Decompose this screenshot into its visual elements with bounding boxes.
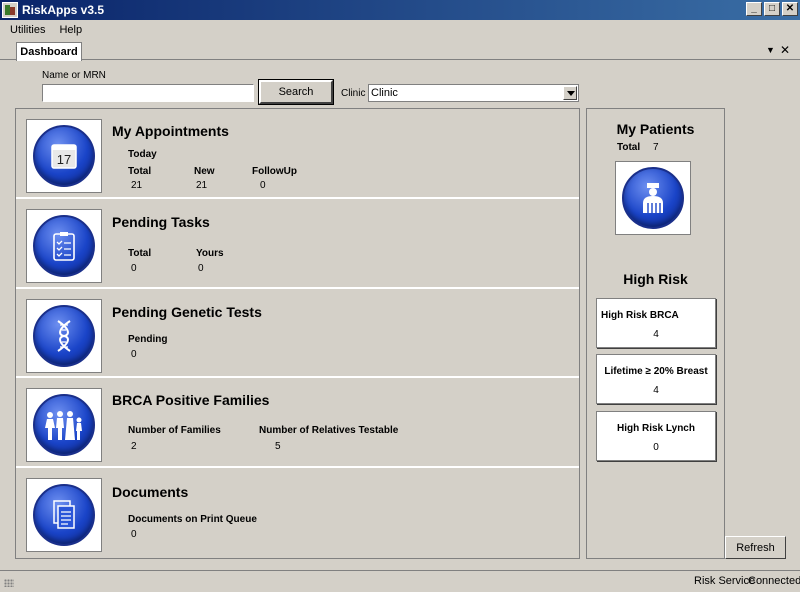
search-input[interactable] [42,84,254,102]
tasks-yours-value: 0 [198,263,204,274]
family-icon [33,394,95,456]
brca-families-label: Number of Families [128,425,221,436]
tab-list-icon[interactable]: ▼ [766,45,775,55]
documents-icon [33,484,95,546]
brca-families-card[interactable]: BRCA Positive Families Number of Familie… [16,378,579,468]
resize-grip-icon[interactable] [4,579,14,587]
genetic-tests-icon-box[interactable] [26,299,102,373]
window-title: RiskApps v3.5 [22,3,105,17]
doctor-icon [622,167,684,229]
tab-dashboard[interactable]: Dashboard [16,42,82,61]
appointments-today-label: Today [128,149,157,160]
appointments-followup-value: 0 [260,180,266,191]
menu-help[interactable]: Help [59,24,82,36]
menu-utilities[interactable]: Utilities [10,24,45,36]
dna-icon [33,305,95,367]
tasks-total-value: 0 [131,263,137,274]
high-risk-lynch-box[interactable]: High Risk Lynch 0 [596,411,716,461]
tasks-yours-label: Yours [196,248,224,259]
appointments-new-value: 21 [196,180,208,191]
genetic-tests-card[interactable]: Pending Genetic Tests Pending 0 [16,289,579,378]
genetic-tests-title: Pending Genetic Tests [112,304,262,320]
lifetime-breast-label: Lifetime ≥ 20% Breast [604,366,708,377]
clinic-label: Clinic [341,88,366,99]
brca-families-title: BRCA Positive Families [112,392,270,408]
high-risk-title: High Risk [623,271,688,287]
high-risk-brca-box[interactable]: High Risk BRCA 4 [596,298,716,348]
high-risk-lynch-label: High Risk Lynch [617,423,695,434]
lifetime-breast-value: 4 [653,385,659,396]
search-label: Name or MRN [42,70,106,81]
chevron-down-icon[interactable] [563,86,577,100]
appointments-icon-box[interactable]: 17 [26,119,102,193]
tab-strip: Dashboard ▼ ✕ [0,40,800,61]
app-icon [2,2,18,18]
high-risk-lynch-value: 0 [653,442,659,453]
tasks-total-label: Total [128,248,152,259]
patients-icon-box[interactable] [615,161,691,235]
clipboard-icon [33,215,95,277]
appointments-new-label: New [194,166,215,177]
appointments-total-value: 21 [131,180,143,191]
brca-relatives-value: 5 [275,441,281,452]
search-button[interactable]: Search [258,79,334,105]
title-bar: RiskApps v3.5 _ □ ✕ [0,0,800,20]
documents-card[interactable]: Documents Documents on Print Queue 0 [16,468,579,558]
window-controls: _ □ ✕ [746,2,798,16]
refresh-button[interactable]: Refresh [725,536,786,559]
brca-relatives-label: Number of Relatives Testable [259,425,399,436]
appointments-total-label: Total [128,166,152,177]
brca-families-icon-box[interactable] [26,388,102,462]
my-patients-title: My Patients [616,121,695,137]
status-bar: Risk Service Connected [0,570,800,592]
patients-total-label: Total [617,142,641,153]
clinic-select[interactable]: Clinic [368,84,579,102]
documents-queue-value: 0 [131,529,137,540]
risk-service-label: Risk Service [694,575,756,587]
high-risk-brca-value: 4 [653,329,659,340]
tab-close-icon[interactable]: ✕ [780,43,790,57]
calendar-day: 17 [57,152,71,167]
patients-total-value: 7 [653,142,659,153]
calendar-icon: 17 [33,125,95,187]
brca-families-value: 2 [131,441,137,452]
appointments-followup-label: FollowUp [252,166,297,177]
close-icon[interactable]: ✕ [782,2,798,16]
lifetime-breast-box[interactable]: Lifetime ≥ 20% Breast 4 [596,354,716,404]
minimize-icon[interactable]: _ [746,2,762,16]
pending-tasks-card[interactable]: Pending Tasks Total 0 Yours 0 [16,199,579,289]
appointments-title: My Appointments [112,123,229,139]
connection-status: Connected [748,575,800,587]
documents-title: Documents [112,484,189,500]
documents-queue-label: Documents on Print Queue [128,514,257,525]
appointments-card[interactable]: 17 My Appointments Today Total 21 New 21… [16,109,579,199]
high-risk-brca-label: High Risk BRCA [601,310,679,321]
genetic-pending-label: Pending [128,334,168,345]
my-patients-panel: My Patients Total 7 High Risk High Risk … [586,108,725,559]
genetic-pending-value: 0 [131,349,137,360]
pending-tasks-icon-box[interactable] [26,209,102,283]
menu-bar: Utilities Help [0,20,800,39]
documents-icon-box[interactable] [26,478,102,552]
maximize-icon[interactable]: □ [764,2,780,16]
clinic-select-value: Clinic [371,87,398,99]
pending-tasks-title: Pending Tasks [112,214,210,230]
dashboard-panel: 17 My Appointments Today Total 21 New 21… [15,108,580,559]
